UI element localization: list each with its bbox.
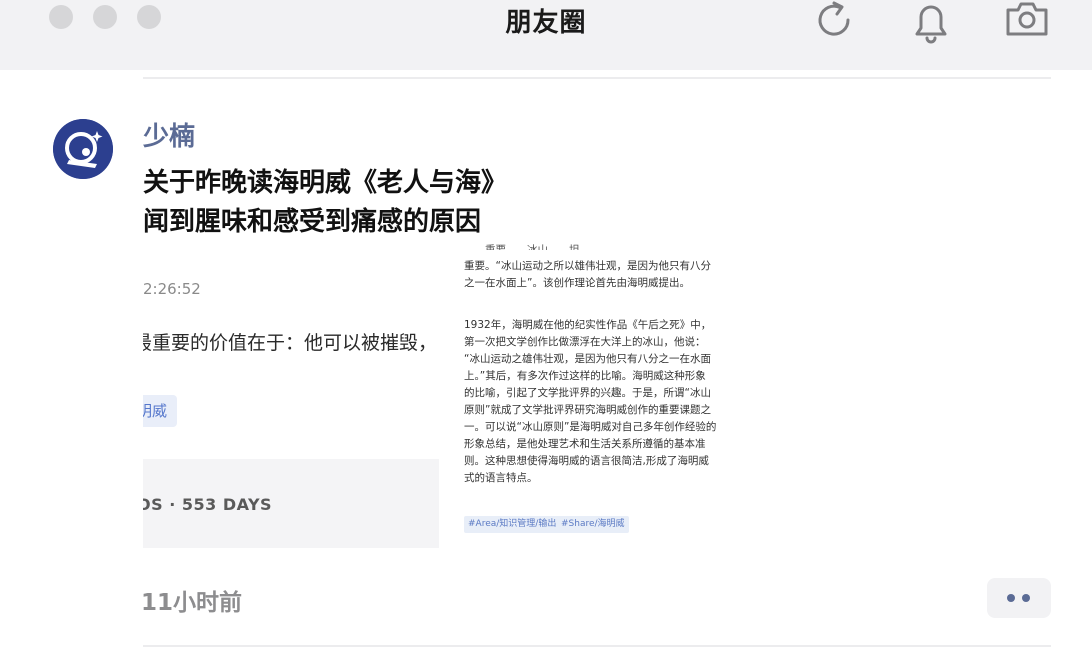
image-stats-text: OS · 553 DAYS <box>143 495 273 514</box>
image-tag-chip: 明威 <box>143 395 177 427</box>
image-paragraph-line: 1932年，海明威在他的纪实性作品《午后之死》中， <box>464 319 712 331</box>
image-paragraph-line: 第一次把文学创作比做漂浮在大洋上的冰山，他说： <box>464 336 706 348</box>
image-quote-text: 最重要的价值在于：他可以被摧毁， <box>143 332 438 354</box>
notifications-button[interactable] <box>910 0 952 44</box>
post-username[interactable]: 少楠 <box>143 116 195 153</box>
post-moment-button[interactable] <box>1004 0 1050 44</box>
image-paragraph-line: 上。”其后，有多次作过这样的比喻。海明威这种形象 <box>464 370 706 382</box>
image-paragraph-line: “冰山运动之雄伟壮观，是因为他只有八分之一在水面 <box>464 353 711 365</box>
attached-image-right[interactable]: ……重要……冰山……坦…… 重要。“冰山运动之所以雄伟壮观，是因为他只有八分 之… <box>464 242 728 542</box>
bell-icon <box>915 5 947 44</box>
refresh-button[interactable] <box>812 0 858 44</box>
post-text-line: 关于昨晚读海明威《老人与海》 <box>143 168 508 198</box>
post-timestamp: 11小时前 <box>141 590 243 616</box>
astronaut-helmet-icon <box>53 119 113 179</box>
image-paragraph-line: 形象总结，是他处理艺术和生活关系所遵循的基本准 <box>464 438 706 450</box>
attached-image-left[interactable]: 2:26:52 最重要的价值在于：他可以被摧毁， 明威 OS · 553 DAY… <box>143 246 439 550</box>
image-time-text: 2:26:52 <box>143 280 201 298</box>
bottom-divider <box>143 645 1051 647</box>
refresh-icon <box>818 1 850 36</box>
title-bar: 朋友圈 <box>0 0 1092 70</box>
image-hashtag: #Share/海明威 <box>557 516 629 533</box>
dot-icon <box>1022 594 1030 602</box>
image-paragraph-line: 之一在水面上”。该创作理论首先由海明威提出。 <box>464 277 690 289</box>
image-paragraph-line: 重要。“冰山运动之所以雄伟壮观，是因为他只有八分 <box>464 260 711 272</box>
image-paragraph-line: 原则”就成了文学批评界研究海明威创作的重要课题之 <box>464 404 711 416</box>
image-stats-card: OS · 553 DAYS <box>143 459 439 548</box>
image-paragraph-line: 则。这种思想使得海明威的语言很简洁,形成了海明威 <box>464 455 709 467</box>
post-text-line: 闻到腥味和感受到痛感的原因 <box>143 207 482 237</box>
image-paragraph-line: 式的语言特点。 <box>464 472 538 484</box>
image-cut-line: ……重要……冰山……坦…… <box>464 244 601 250</box>
avatar[interactable] <box>53 119 113 179</box>
dot-icon <box>1007 594 1015 602</box>
post-text: 关于昨晚读海明威《老人与海》 闻到腥味和感受到痛感的原因 <box>143 164 603 242</box>
camera-icon <box>1006 2 1048 36</box>
image-hashtag: #Area/知识管理/输出 <box>464 516 561 533</box>
more-options-button[interactable] <box>987 578 1051 618</box>
image-paragraph-line: 一。可以说“冰山原则”是海明威对自己多年创作经验的 <box>464 421 717 433</box>
image-paragraph-line: 的比喻，引起了文学批评界的兴趣。于是，所谓“冰山 <box>464 387 711 399</box>
top-divider <box>143 77 1051 79</box>
